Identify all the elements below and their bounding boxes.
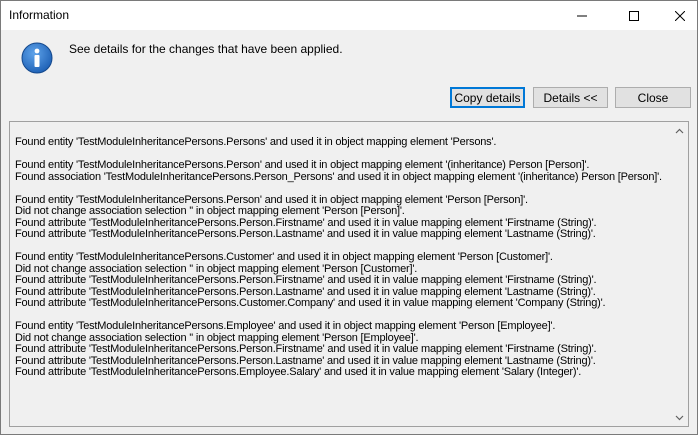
information-dialog: Information See details for the changes … (0, 0, 698, 435)
details-toggle-button[interactable]: Details << (533, 87, 608, 108)
info-message: See details for the changes that have be… (69, 42, 343, 56)
details-line: Found attribute 'TestModuleInheritancePe… (15, 297, 606, 309)
chevron-up-icon (675, 128, 684, 133)
chevron-down-icon (675, 415, 684, 420)
vertical-scrollbar[interactable] (671, 122, 688, 426)
details-text: Found entity 'TestModuleInheritancePerso… (15, 136, 670, 379)
minimize-icon (577, 15, 587, 16)
details-line: Found association 'TestModuleInheritance… (15, 170, 662, 183)
close-button[interactable]: Close (615, 87, 691, 108)
info-icon (21, 42, 53, 74)
details-line: Found entity 'TestModuleInheritancePerso… (15, 159, 590, 171)
details-line: Found attribute 'TestModuleInheritancePe… (15, 228, 596, 240)
title-bar[interactable]: Information (1, 1, 697, 30)
window-title: Information (9, 8, 70, 22)
details-line: Found attribute 'TestModuleInheritancePe… (15, 274, 597, 286)
details-line: Found attribute 'TestModuleInheritancePe… (15, 343, 597, 355)
details-line: Found entity 'TestModuleInheritancePerso… (15, 320, 556, 332)
details-line (15, 183, 670, 195)
maximize-icon (629, 10, 639, 21)
details-line: Did not change association selection '' … (15, 205, 405, 217)
maximize-button[interactable] (611, 1, 657, 30)
scroll-down-button[interactable] (671, 409, 688, 426)
close-icon (675, 10, 685, 21)
close-window-button[interactable] (657, 1, 698, 30)
copy-details-button[interactable]: Copy details (450, 87, 525, 108)
scroll-up-button[interactable] (671, 122, 688, 139)
details-line: Found entity 'TestModuleInheritancePerso… (15, 136, 497, 148)
details-line: Found entity 'TestModuleInheritancePerso… (15, 251, 553, 263)
details-line: Found attribute 'TestModuleInheritancePe… (15, 366, 582, 378)
minimize-button[interactable] (559, 1, 605, 30)
details-textbox[interactable]: Found entity 'TestModuleInheritancePerso… (9, 121, 689, 427)
